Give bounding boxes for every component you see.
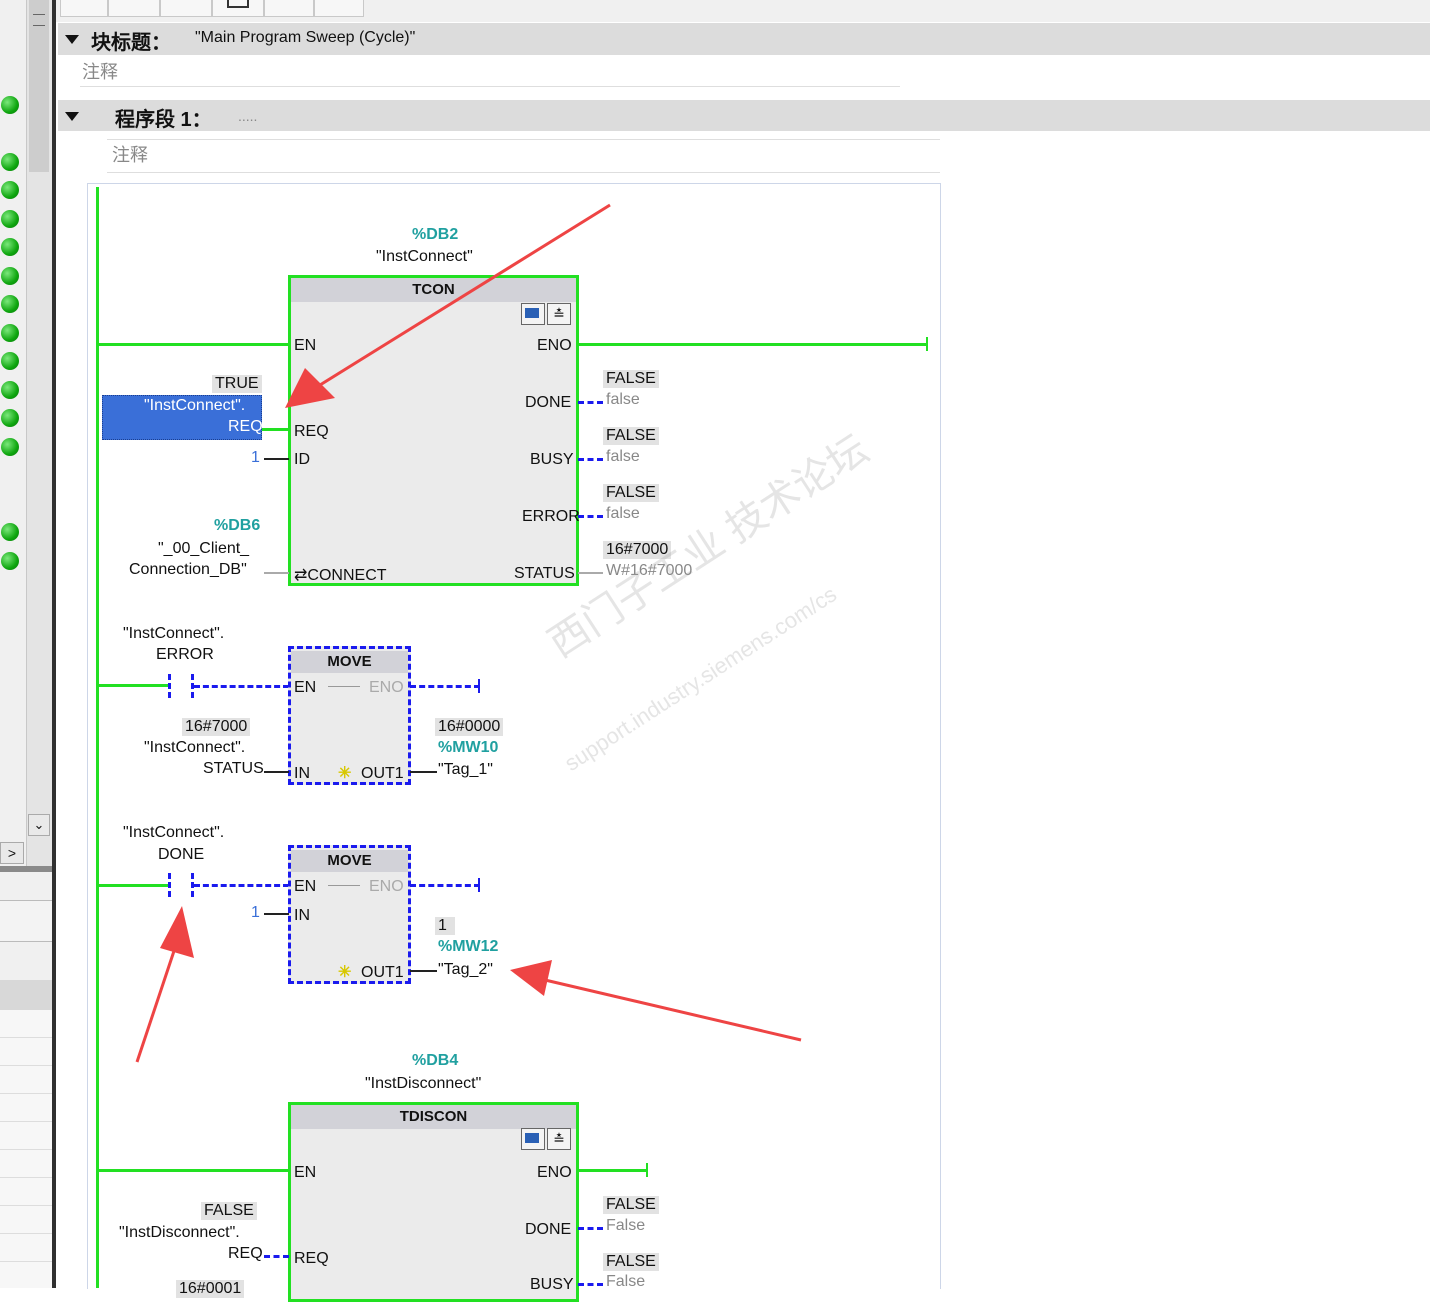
annotation-arrow-icon (510, 960, 552, 996)
annotation-arrow-icon (160, 906, 194, 958)
annotation-arrow-icon (285, 368, 335, 408)
annotation-arrows (135, 203, 802, 1063)
annotation-arrow-icon (319, 203, 611, 387)
annotation-arrow-icon (544, 978, 802, 1042)
annotation-arrow-icon (135, 944, 178, 1063)
